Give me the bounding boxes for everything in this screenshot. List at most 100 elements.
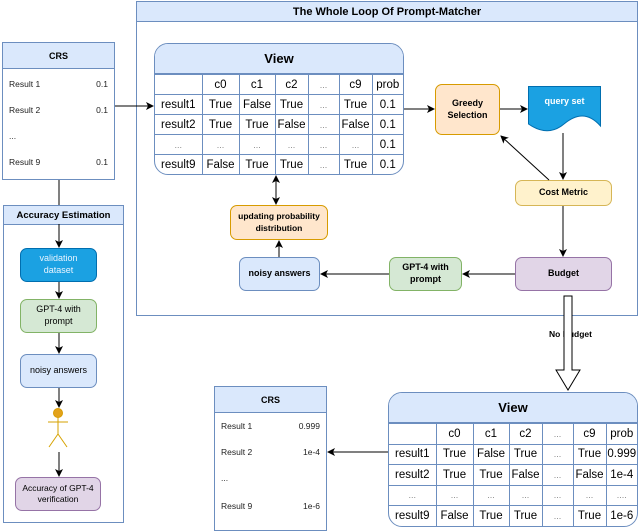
crs-row-label: Result 9 [9, 157, 41, 167]
table-header-cell: prob [605, 423, 637, 445]
table-cell: True [572, 443, 607, 465]
table-cell: result1 [389, 443, 437, 465]
table-cell: ... [307, 134, 340, 155]
table-header-cell: ... [541, 423, 574, 445]
table-row: result2 True True False... False 1e-4 [389, 464, 637, 486]
crs-row: Result 9 1e-6 [221, 501, 320, 511]
table-row: result2 True True False... False 0.1 [155, 114, 403, 135]
table-header-cell: c9 [572, 423, 607, 445]
crs-row: ... [221, 473, 320, 483]
table-row: ...................... [389, 484, 637, 506]
crs-row-value: 0.1 [96, 79, 108, 89]
table-cell: ... [238, 134, 276, 155]
main-loop-title: The Whole Loop Of Prompt-Matcher [137, 2, 637, 22]
table-cell: ... [541, 505, 574, 526]
crs-row-label: ... [9, 131, 17, 141]
table-cell: ... [155, 134, 203, 155]
document-shape-icon [528, 86, 601, 132]
table-cell: ... [307, 94, 340, 115]
table-header-cell: c9 [338, 74, 373, 95]
gpt4-prompt-node: GPT-4 with prompt [389, 257, 462, 291]
person-icon [47, 408, 69, 448]
table-cell: True [274, 154, 309, 174]
crs-row: Result 2 1e-4 [221, 447, 320, 457]
table-header-cell: c2 [508, 423, 543, 445]
table-cell: ... [389, 484, 437, 506]
table-cell: ... [435, 484, 474, 506]
crs-row-label: Result 1 [9, 79, 41, 89]
table-row: .................. 0.1 [155, 134, 403, 155]
table-cell: result2 [389, 464, 437, 486]
acc-noisy-answers-node: noisy answers [20, 354, 97, 388]
table-row: result1 True False True... True 0.1 [155, 94, 403, 115]
table-cell: ... [541, 464, 574, 486]
cost-metric-node: Cost Metric [515, 180, 612, 206]
table-cell: 0.1 [371, 94, 403, 115]
table-cell: 0.1 [371, 134, 403, 155]
crs-final: CRS Result 1 0.999 Result 2 1e-4 ... Resul… [214, 386, 327, 531]
table-row: result1 True False True... True 0.999 [389, 443, 637, 465]
crs-row-label: Result 2 [221, 447, 253, 457]
table-cell: ... [472, 484, 510, 506]
table-cell: True [508, 505, 543, 526]
view-initial-title: View [155, 44, 403, 74]
table-cell: True [201, 114, 240, 135]
query-set-label: query set [544, 96, 585, 106]
table-header-cell [155, 74, 203, 95]
acc-gpt4-prompt-node: GPT-4 with prompt [20, 299, 97, 333]
table-header-cell: prob [371, 74, 403, 95]
table-cell: False [238, 94, 276, 115]
crs-row: Result 1 0.999 [221, 421, 320, 431]
table-cell: True [572, 505, 607, 526]
crs-row-label: Result 2 [9, 105, 41, 115]
accuracy-verification-node: Accuracy of GPT-4 verification [15, 477, 101, 511]
table-row: result9 False True True... True 1e-6 [389, 505, 637, 526]
table-cell: ... [274, 134, 309, 155]
query-set-node: query set [528, 86, 601, 132]
table-header-row: c0 c1 c2... c9 prob [155, 74, 403, 95]
table-header-cell [389, 423, 437, 445]
noisy-answers-node: noisy answers [239, 257, 320, 291]
table-cell: ... [572, 484, 607, 506]
table-cell: ... [508, 484, 543, 506]
table-cell: True [472, 505, 510, 526]
view-final-title: View [389, 393, 637, 423]
crs-row: Result 2 0.1 [9, 105, 108, 115]
crs-row-label: Result 1 [221, 421, 253, 431]
view-initial: View c0 c1 c2... c9 prob result1 True False True… [154, 43, 404, 175]
table-cell: False [201, 154, 240, 174]
view-final-table: c0 c1 c2... c9 prob result1 True False True... Tr… [389, 423, 637, 526]
crs-row-label: Result 9 [221, 501, 253, 511]
crs-final-title: CRS [215, 387, 326, 413]
view-initial-table: c0 c1 c2... c9 prob result1 True False True... Tr… [155, 74, 403, 174]
table-cell: True [508, 443, 543, 465]
table-cell: 0.1 [371, 154, 403, 174]
table-cell: ... [541, 484, 574, 506]
table-cell: True [201, 94, 240, 115]
crs-initial-title: CRS [3, 43, 114, 69]
crs-row-value: 1e-4 [302, 447, 320, 457]
table-header-cell: c2 [274, 74, 309, 95]
table-cell: ... [541, 443, 574, 465]
crs-row-value: 0.1 [96, 157, 108, 167]
table-cell: False [435, 505, 474, 526]
crs-row-value: 0.999 [298, 421, 320, 431]
table-cell: False [572, 464, 607, 486]
greedy-selection-node: Greedy Selection [435, 84, 500, 135]
update-distribution-node: updating probability distribution [230, 205, 328, 240]
crs-initial: CRS Result 1 0.1 Result 2 0.1 ... Result 9… [2, 42, 115, 180]
table-cell: 1e-6 [605, 505, 637, 526]
table-cell: True [338, 154, 373, 174]
table-cell: result2 [155, 114, 203, 135]
table-cell: ... [307, 154, 340, 174]
table-row: result9 False True True... True 0.1 [155, 154, 403, 174]
table-cell: result1 [155, 94, 203, 115]
table-header-row: c0 c1 c2... c9 prob [389, 423, 637, 445]
validation-dataset-node: validation dataset [20, 248, 97, 282]
table-cell: False [508, 464, 543, 486]
table-cell: True [274, 94, 309, 115]
table-header-cell: c1 [472, 423, 510, 445]
crs-row: Result 9 0.1 [9, 157, 108, 167]
table-cell: False [472, 443, 510, 465]
table-cell: result9 [155, 154, 203, 174]
